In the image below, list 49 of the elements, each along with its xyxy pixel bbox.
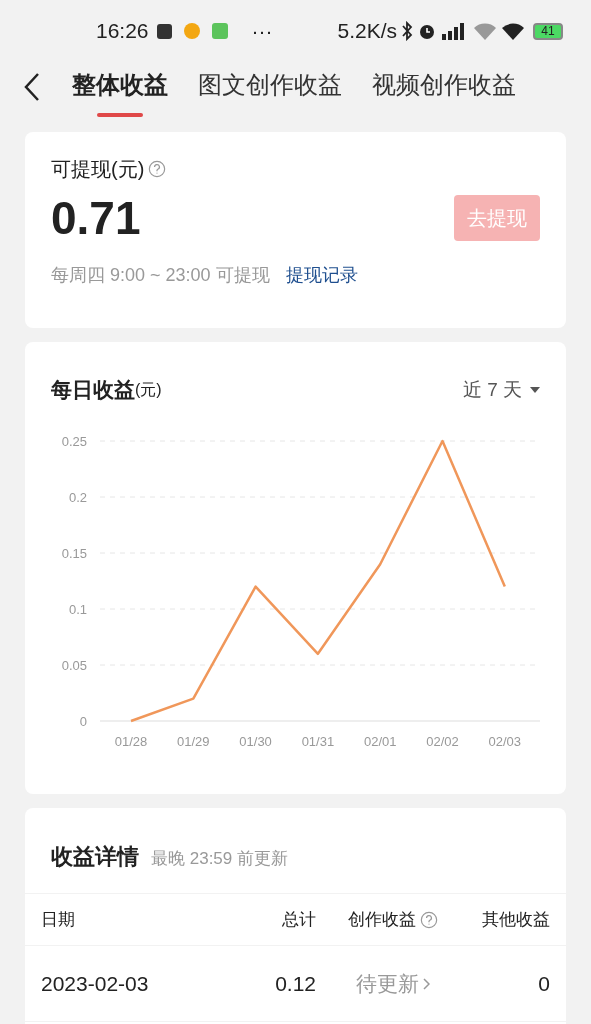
- chevron-icon: [423, 977, 430, 990]
- x-tick-label: 01/30: [239, 733, 272, 749]
- x-tick-label: 01/29: [177, 733, 210, 749]
- x-tick-label: 02/02: [426, 733, 459, 749]
- balance-amount: 0.71: [51, 191, 141, 246]
- column-header: 总计: [282, 909, 316, 929]
- withdraw-schedule: 每周四 9:00 ~ 23:00 可提现: [51, 264, 270, 287]
- more-notifications: ···: [251, 18, 273, 45]
- y-tick-label: 0.2: [68, 489, 87, 505]
- y-tick-label: 0.15: [61, 545, 87, 561]
- column-header: 日期: [41, 909, 75, 929]
- y-tick-label: 0.25: [61, 433, 87, 449]
- app-icon: [211, 23, 228, 39]
- range-dropdown[interactable]: 近 7 天: [462, 375, 540, 404]
- y-tick-label: 0.1: [68, 601, 87, 617]
- signal-icon: [441, 22, 465, 40]
- wifi-icon: [473, 22, 497, 40]
- table-cell-text: 0: [537, 970, 550, 997]
- x-tick-label: 01/28: [114, 733, 148, 749]
- tab[interactable]: 整体收益: [72, 67, 168, 107]
- status-time: 16:26: [96, 18, 149, 45]
- app-icon: [183, 23, 200, 39]
- details-title: 收益详情: [51, 843, 139, 871]
- balance-label: 可提现(元): [51, 157, 145, 182]
- battery-indicator: 41: [533, 22, 563, 40]
- x-tick-label: 02/03: [488, 733, 522, 749]
- withdraw-history-link[interactable]: 提现记录: [285, 262, 358, 289]
- notification-icon: [156, 23, 172, 39]
- chart-title: 每日收益: [51, 377, 135, 403]
- tab[interactable]: 视频创作收益: [372, 67, 516, 107]
- column-header: 其他收益: [482, 909, 550, 929]
- caret-icon: [530, 386, 540, 393]
- y-tick-label: 0.05: [61, 657, 87, 673]
- tab[interactable]: 图文创作收益: [198, 67, 342, 107]
- details-note: 最晚 23:59 前更新: [151, 848, 288, 870]
- bluetooth-icon: [401, 21, 413, 41]
- help-icon[interactable]: [420, 910, 438, 929]
- wifi-icon: [501, 22, 525, 40]
- x-tick-label: 01/31: [301, 733, 335, 749]
- column-header: 创作收益: [348, 908, 416, 931]
- help-icon[interactable]: [148, 160, 167, 178]
- chart-unit: (元): [135, 380, 162, 402]
- network-speed: 5.2K/s: [337, 18, 397, 45]
- table-cell-text: 0.12: [274, 970, 316, 997]
- x-tick-label: 02/01: [363, 733, 397, 749]
- table-cell-text: 2023-02-03: [41, 970, 150, 997]
- tab-indicator: [97, 113, 143, 117]
- y-tick-label: 0: [79, 713, 87, 729]
- back-icon[interactable]: [22, 72, 42, 102]
